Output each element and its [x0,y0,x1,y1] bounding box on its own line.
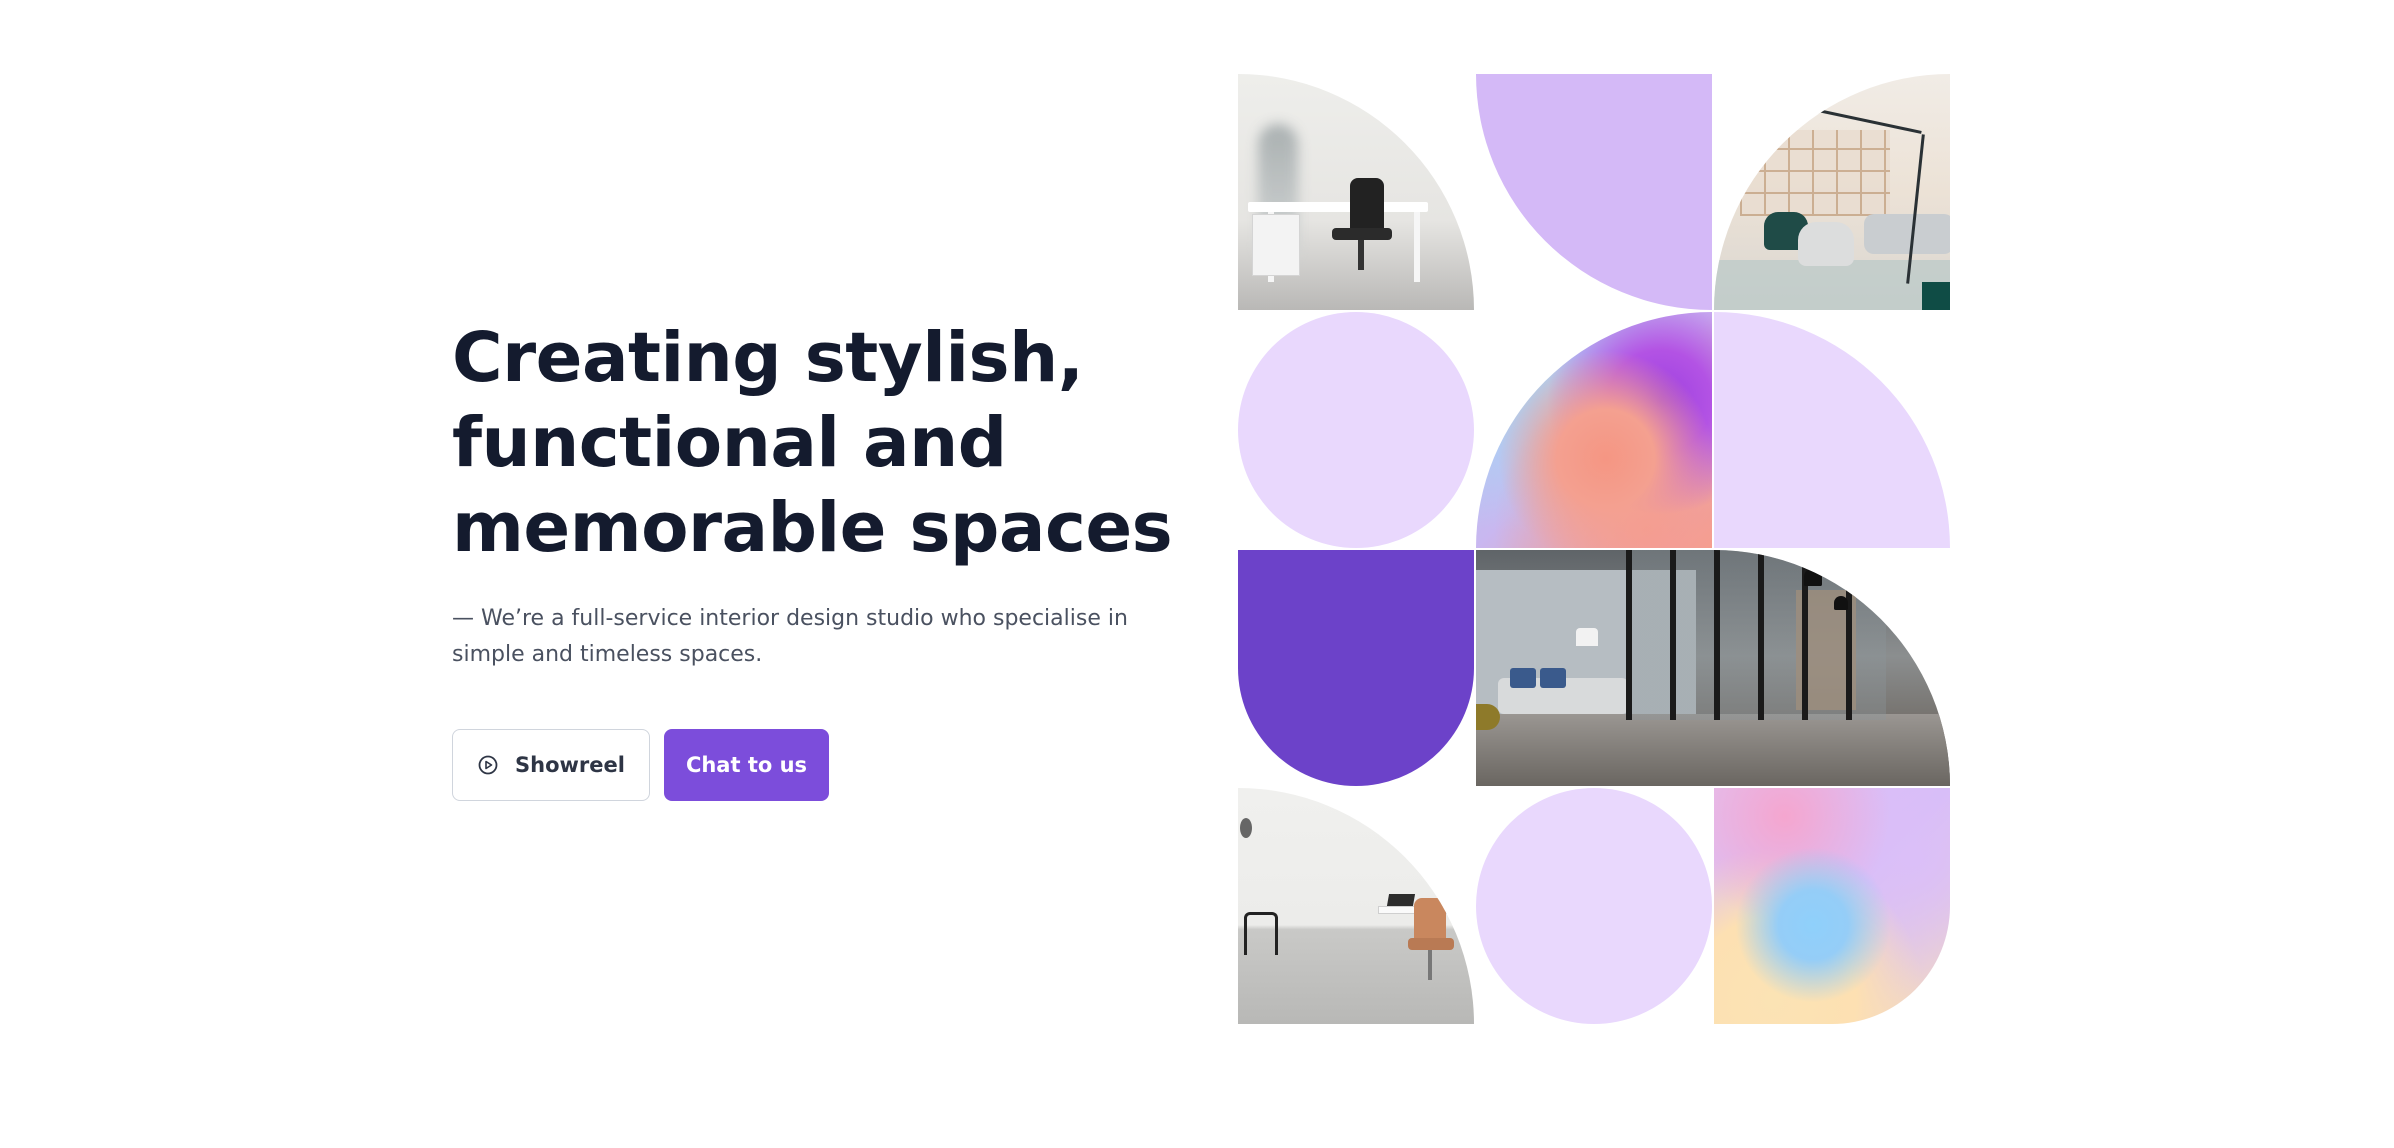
headline: Creating stylish, functional and memorab… [452,316,1192,571]
lounge-photo [1714,74,1950,310]
white-office-photo [1238,788,1474,1024]
play-circle-icon [477,754,499,776]
chat-button[interactable]: Chat to us [664,729,829,801]
office-photo [1238,74,1474,310]
hero-actions: Showreel Chat to us [452,729,1192,801]
corridor-photo [1476,550,1950,786]
lavender-leaf-shape [1714,312,1950,548]
showreel-button[interactable]: Showreel [452,729,650,801]
lavender-leaf-shape [1476,74,1712,310]
lavender-circle-shape [1238,312,1474,548]
headline-line-2: functional and [452,403,1007,483]
lavender-circle-shape [1476,788,1712,1024]
hero-text: Creating stylish, functional and memorab… [452,316,1192,801]
headline-line-1: Creating stylish, [452,318,1084,398]
image-gallery [1238,74,1950,1024]
gradient-blob-shape [1714,788,1950,1024]
headline-line-3: memorable spaces [452,488,1173,568]
subtext: — We’re a full-service interior design s… [452,606,1128,667]
showreel-label: Showreel [515,753,625,777]
chat-label: Chat to us [685,753,808,777]
gradient-blob-shape [1476,312,1712,548]
purple-arch-shape [1238,550,1474,786]
